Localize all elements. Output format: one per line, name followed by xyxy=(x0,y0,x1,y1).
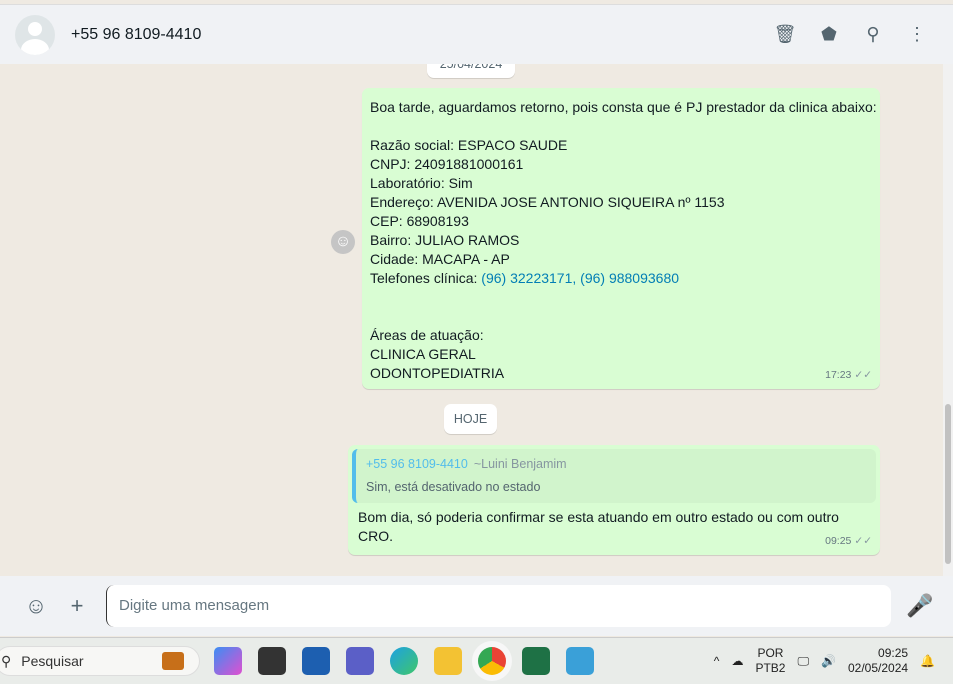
message-line xyxy=(370,288,872,307)
file-explorer-icon[interactable] xyxy=(434,647,462,675)
microphone-icon[interactable]: 🎤 xyxy=(906,593,933,619)
message-outgoing: Boa tarde, aguardamos retorno, pois cons… xyxy=(362,88,880,389)
quoted-message[interactable]: +55 96 8109-4410 ~Luini Benjamim Sim, est… xyxy=(352,449,876,503)
emoji-icon[interactable]: ☺ xyxy=(23,593,49,619)
notification-bell-icon[interactable]: 🔔 xyxy=(920,654,935,668)
taskbar: ⚲ Pesquisar ^ ☁ POR PTB2 🖵 🔊 09:25 02/05/20… xyxy=(0,637,953,684)
message-line: Bairro: JULIAO RAMOS xyxy=(370,232,520,248)
search-icon[interactable]: ⚲ xyxy=(861,24,885,45)
copilot-icon[interactable] xyxy=(214,647,242,675)
date-divider: 25/04/2024 xyxy=(427,64,515,78)
search-icon: ⚲ xyxy=(1,652,12,669)
message-line: Endereço: AVENIDA JOSE ANTONIO SIQUEIRA … xyxy=(370,194,725,210)
cloud-off-icon[interactable]: ☁ xyxy=(731,654,743,668)
chrome-icon[interactable] xyxy=(478,647,506,675)
message-text: Bom dia, só poderia confirmar se esta at… xyxy=(358,509,839,544)
edge-icon[interactable] xyxy=(390,647,418,675)
delete-icon[interactable]: 🗑 xyxy=(773,24,797,45)
chat-header: +55 96 8109-4410 🗑 ⬟ ⚲ ⋮ xyxy=(0,4,953,64)
clock[interactable]: 09:25 02/05/2024 xyxy=(848,646,908,676)
message-line xyxy=(370,307,872,326)
message-line: CLINICA GERAL xyxy=(370,346,476,362)
menu-icon[interactable]: ⋮ xyxy=(905,24,929,45)
attach-plus-icon[interactable]: + xyxy=(64,593,90,619)
double-check-icon: ✓✓ xyxy=(854,535,872,547)
scrollbar-thumb[interactable] xyxy=(945,404,951,564)
teams-icon[interactable] xyxy=(346,647,374,675)
react-emoji-icon[interactable]: ☺ xyxy=(331,230,355,254)
message-line: Boa tarde, aguardamos retorno, pois cons… xyxy=(370,99,877,115)
message-time: 09:25 ✓✓ xyxy=(825,535,872,547)
message-outgoing-reply: +55 96 8109-4410 ~Luini Benjamim Sim, est… xyxy=(348,445,880,555)
message-list: 25/04/2024 ☺ Boa tarde, aguardamos retor… xyxy=(0,64,943,576)
volume-icon[interactable]: 🔊 xyxy=(821,654,836,668)
excel-icon[interactable] xyxy=(522,647,550,675)
message-line: CNPJ: 24091881000161 xyxy=(370,156,524,172)
taskbar-search[interactable]: ⚲ Pesquisar xyxy=(0,646,200,676)
phone-link[interactable]: (96) 32223171, (96) 988093680 xyxy=(481,270,679,286)
message-line: Razão social: ESPACO SAUDE xyxy=(370,137,568,153)
message-line: Laboratório: Sim xyxy=(370,175,473,191)
notepad-icon[interactable] xyxy=(566,647,594,675)
message-line: ODONTOPEDIATRIA xyxy=(370,365,505,381)
avatar[interactable] xyxy=(15,14,55,55)
message-input[interactable]: Digite uma mensagem xyxy=(106,585,891,627)
briefcase-icon xyxy=(162,652,184,670)
network-icon[interactable]: 🖵 xyxy=(797,654,809,669)
message-time: 17:23 ✓✓ xyxy=(825,369,872,381)
double-check-icon: ✓✓ xyxy=(854,369,872,381)
chevron-up-icon[interactable]: ^ xyxy=(714,654,720,668)
task-view-icon[interactable] xyxy=(258,647,286,675)
message-line xyxy=(370,117,872,136)
message-line: Áreas de atuação: xyxy=(370,327,484,343)
store-icon[interactable] xyxy=(302,647,330,675)
message-line: Cidade: MACAPA - AP xyxy=(370,251,510,267)
date-divider-today: HOJE xyxy=(444,404,497,434)
contact-name[interactable]: +55 96 8109-4410 xyxy=(71,26,201,44)
message-line: CEP: 68908193 xyxy=(370,213,469,229)
label-icon[interactable]: ⬟ xyxy=(817,24,841,45)
language-indicator[interactable]: POR PTB2 xyxy=(755,646,785,676)
scrollbar[interactable] xyxy=(943,64,953,576)
composer: ☺ + Digite uma mensagem 🎤 xyxy=(0,576,953,636)
